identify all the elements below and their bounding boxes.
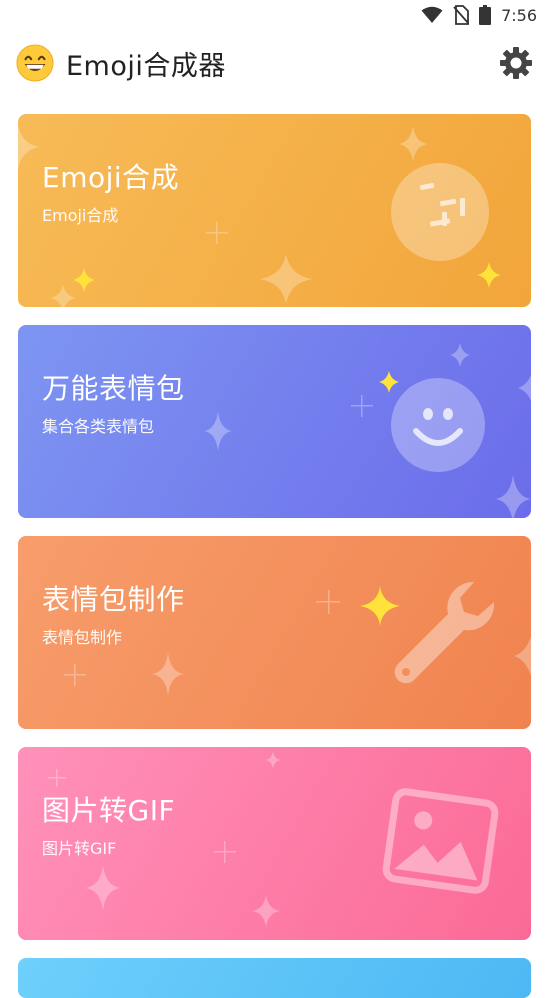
card-meme-collection[interactable]: 万能表情包 集合各类表情包 — [18, 325, 531, 518]
wrench-icon — [394, 581, 495, 684]
image-icon — [382, 788, 499, 894]
card-title: Emoji合成 — [42, 161, 180, 194]
battery-icon — [479, 5, 492, 25]
card-title: 万能表情包 — [42, 372, 185, 405]
app-bar: Emoji合成器 — [0, 36, 549, 90]
card-subtitle: 图片转GIF — [42, 839, 117, 858]
card-image-to-gif[interactable]: 图片转GIF 图片转GIF — [18, 747, 531, 940]
app-title: Emoji合成器 — [66, 50, 226, 82]
card-subtitle: 表情包制作 — [42, 628, 123, 647]
card-more[interactable] — [18, 958, 531, 998]
emoji-face-icon — [391, 163, 489, 261]
card-emoji-mix[interactable]: Emoji合成 Emoji合成 — [18, 114, 531, 307]
status-time: 7:56 — [501, 5, 537, 25]
card-title: 图片转GIF — [42, 794, 176, 827]
card-title: 表情包制作 — [42, 583, 185, 616]
status-bar: 7:56 — [0, 0, 549, 30]
card-subtitle: Emoji合成 — [42, 206, 119, 225]
smiley-face-icon — [391, 378, 485, 472]
wifi-icon — [421, 6, 443, 23]
grinning-face-icon — [16, 44, 54, 82]
card-meme-maker[interactable]: 表情包制作 表情包制作 — [18, 536, 531, 729]
gear-icon[interactable] — [499, 46, 533, 80]
card-subtitle: 集合各类表情包 — [42, 417, 155, 436]
no-sim-icon — [453, 5, 470, 25]
